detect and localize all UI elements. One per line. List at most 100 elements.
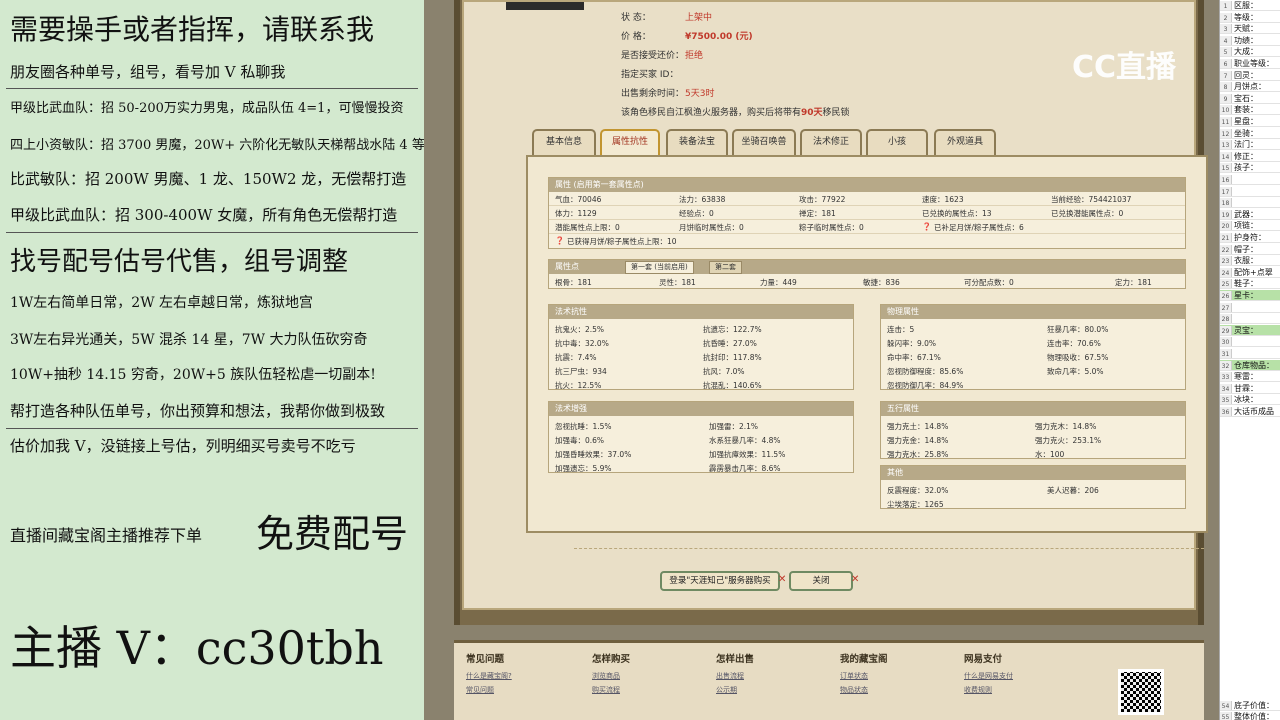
sheet-row[interactable]: 6 职业等级： <box>1220 58 1280 69</box>
row-number: 20 <box>1220 221 1232 231</box>
ad-line: 甲级比武血队：招 300-400W 女魔，所有角色无偿帮打造 <box>10 206 398 224</box>
row-number: 22 <box>1220 244 1232 254</box>
sheet-row[interactable]: 34 甘霖： <box>1220 383 1280 394</box>
attribute-points-box: 属性点 第一套 (当前启用) 第二套 根骨：181 灵性：181 力量：449 … <box>548 259 1186 289</box>
sheet-row[interactable]: 30 <box>1220 336 1280 348</box>
cell-value: 月饼点： <box>1234 82 1266 92</box>
row-number: 4 <box>1220 35 1232 45</box>
tab-equipment[interactable]: 装备法宝 <box>666 129 728 155</box>
row-number: 26 <box>1220 291 1232 300</box>
sheet-row[interactable]: 21 护身符： <box>1220 232 1280 243</box>
sheet-row[interactable]: 14 修正： <box>1220 151 1280 162</box>
tab-mounts-pets[interactable]: 坐骑召唤兽 <box>732 129 796 155</box>
tab-point-set-1[interactable]: 第一套 (当前启用) <box>625 261 694 274</box>
cc-live-logo: CC直播 <box>1072 50 1177 85</box>
sheet-row[interactable]: 24 配饰+点翠 <box>1220 267 1280 278</box>
sheet-row[interactable]: 31 <box>1220 348 1280 359</box>
row-number: 13 <box>1220 140 1232 150</box>
ad-line: 3W左右异光通关，5W 混杀 14 星，7W 大力队伍砍穷奇 <box>10 332 368 348</box>
sheet-row[interactable]: 33 寒雷： <box>1220 371 1280 383</box>
footer-column: 怎样购买 浏览商品 购买流程 <box>592 654 631 694</box>
close-button[interactable]: 关闭 <box>789 571 853 591</box>
cell-value: 武器： <box>1234 209 1258 219</box>
cell-value: 坐骑： <box>1234 128 1258 138</box>
sheet-row[interactable]: 27 <box>1220 302 1280 313</box>
tab-basic-info[interactable]: 基本信息 <box>532 129 596 155</box>
sheet-row[interactable]: 16 <box>1220 174 1280 185</box>
streamer-contact: 主播 V：cc30tbh <box>10 621 384 675</box>
sheet-row[interactable]: 18 <box>1220 197 1280 209</box>
ad-line: 朋友圈各种单号，组号，看号加 V 私聊我 <box>10 63 286 81</box>
sheet-row[interactable]: 4 功绩： <box>1220 35 1280 46</box>
sheet-row[interactable]: 3 天赋： <box>1220 23 1280 35</box>
cell-value: 天赋： <box>1234 24 1258 34</box>
row-number: 1 <box>1220 1 1232 10</box>
remaining-time-row: 出售剩余时间：5天3时 <box>621 89 715 99</box>
sheet-row[interactable]: 10 套装： <box>1220 104 1280 116</box>
sheet-row[interactable]: 25 鞋子： <box>1220 278 1280 290</box>
sheet-row[interactable]: 28 <box>1220 313 1280 325</box>
sheet-row[interactable]: 8 月饼点： <box>1220 81 1280 93</box>
tab-spell-modifiers[interactable]: 法术修正 <box>800 129 862 155</box>
sheet-row[interactable]: 7 回灵： <box>1220 70 1280 81</box>
sheet-row[interactable]: 19 武器： <box>1220 209 1280 220</box>
sheet-row[interactable]: 5 大成： <box>1220 46 1280 58</box>
spell-resistance-box: 法术抗性 抗鬼火：2.5% 抗中毒：32.0% 抗震：7.4% 抗三尸虫：934… <box>548 304 854 390</box>
row-number: 9 <box>1220 93 1232 103</box>
tab-point-set-2[interactable]: 第二套 <box>709 261 742 274</box>
buy-button[interactable]: 登录"天涯知己"服务器购买 <box>660 571 780 591</box>
sheet-row[interactable]: 32 仓库物品： <box>1220 359 1280 371</box>
stream-ad-panel: 需要操手或者指挥，请联系我 朋友圈各种单号，组号，看号加 V 私聊我 甲级比武血… <box>0 0 424 720</box>
sheet-row[interactable]: 55 整体价值： <box>1220 711 1280 720</box>
sheet-row[interactable]: 29 灵宝： <box>1220 324 1280 336</box>
help-icon[interactable]: ❓ <box>922 222 931 231</box>
cell-value: 星卡： <box>1234 291 1258 300</box>
row-number: 23 <box>1220 256 1232 266</box>
cell-value: 衣服： <box>1234 256 1258 266</box>
ad-line: 甲级比武血队：招 50-200万实力男鬼，成品队伍 4=1，可慢慢投资 <box>10 101 404 116</box>
sheet-row[interactable]: 54 底子价值： <box>1220 700 1280 711</box>
sheet-row[interactable]: 22 帽子： <box>1220 244 1280 255</box>
sheet-row[interactable]: 17 <box>1220 186 1280 197</box>
game-window: 状 态： 上架中 价 格： ¥7500.00 (元) 是否接受还价：拒绝 指定买家 … <box>424 0 1219 720</box>
price-row: 价 格： ¥7500.00 (元) <box>621 32 753 42</box>
row-number: 55 <box>1220 712 1232 720</box>
sheet-row[interactable]: 26 星卡： <box>1220 290 1280 301</box>
ad-headline: 找号配号估号代售，组号调整 <box>10 247 349 277</box>
cell-value <box>1232 187 1234 196</box>
sheet-row[interactable]: 12 坐骑： <box>1220 128 1280 139</box>
tab-children[interactable]: 小孩 <box>866 129 928 155</box>
help-icon[interactable]: ❓ <box>555 236 564 245</box>
cell-value: 冰块： <box>1234 395 1258 405</box>
row-number: 8 <box>1220 82 1232 92</box>
footer-column: 我的藏宝阁 订单状态 物品状态 <box>840 654 888 694</box>
row-number: 29 <box>1220 325 1232 335</box>
row-number: 21 <box>1220 233 1232 242</box>
sheet-row[interactable]: 2 等级： <box>1220 12 1280 23</box>
row-number: 12 <box>1220 128 1232 138</box>
row-number: 27 <box>1220 302 1232 312</box>
attribute-box: 属性 (启用第一套属性点) 气血：70046 法力：63838 攻击：77922… <box>548 177 1186 249</box>
sheet-row[interactable]: 1 区服： <box>1220 0 1280 11</box>
tab-attributes[interactable]: 属性抗性 <box>600 129 660 155</box>
tab-appearance[interactable]: 外观道具 <box>934 129 996 155</box>
row-number: 18 <box>1220 198 1232 208</box>
sheet-row[interactable]: 11 星盘： <box>1220 116 1280 127</box>
cell-value: 功绩： <box>1234 35 1258 45</box>
sheet-row[interactable]: 9 宝石： <box>1220 93 1280 104</box>
sheet-row[interactable]: 36 大话币成品 <box>1220 406 1280 417</box>
cell-value: 整体价值： <box>1234 712 1274 720</box>
sheet-row[interactable]: 20 项链： <box>1220 220 1280 232</box>
cell-value: 灵宝： <box>1234 325 1258 335</box>
close-icon: ✕ <box>778 574 787 585</box>
sheet-row[interactable]: 23 衣服： <box>1220 255 1280 267</box>
row-number: 10 <box>1220 105 1232 115</box>
cell-value: 仓库物品： <box>1234 360 1274 370</box>
sheet-row[interactable]: 13 法门： <box>1220 139 1280 151</box>
cell-value <box>1232 175 1234 184</box>
ad-line: 直播间藏宝阁主播推荐下单 <box>10 526 203 545</box>
sheet-row[interactable]: 15 孩子： <box>1220 162 1280 174</box>
page-footer: 常见问题 什么是藏宝阁? 常见问题 怎样购买 浏览商品 购买流程 怎样出售 出售… <box>454 640 1204 720</box>
sheet-row[interactable]: 35 冰块： <box>1220 394 1280 406</box>
row-number: 19 <box>1220 209 1232 219</box>
